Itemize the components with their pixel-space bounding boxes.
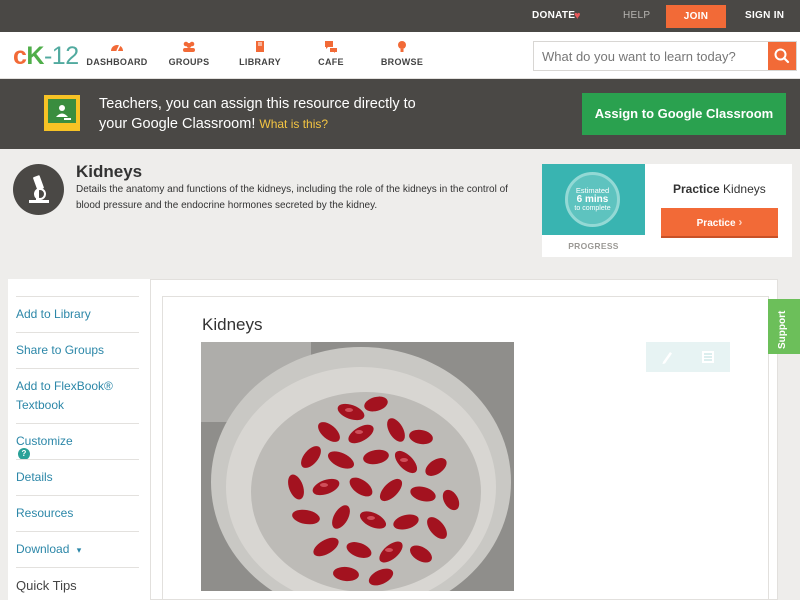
banner-line-2: your Google Classroom! [99,116,256,132]
ck12-logo[interactable]: cK-12 [13,42,79,70]
groups-icon [183,41,195,52]
cafe-icon [325,41,337,53]
content-title: Kidneys [202,315,263,334]
logo-k: K [26,42,44,70]
microscope-icon [13,164,64,215]
sidebar-label: Add to Library [16,307,91,321]
browse-icon [398,41,406,52]
sidebar-item-customize[interactable]: Customize ? [16,423,139,460]
nav-dashboard-label: DASHBOARD [86,57,148,67]
banner-line-1: Teachers, you can assign this resource d… [99,96,416,112]
what-is-this-link[interactable]: What is this? [259,117,328,131]
sidebar-label: Textbook [16,398,65,412]
practice-heading-bold: Practice [673,182,720,196]
heart-icon: ♥ [574,10,581,22]
sign-in-link[interactable]: SIGN IN [745,0,784,32]
support-label: Support [777,310,788,349]
donate-link[interactable]: DONATE [532,0,575,32]
time-estimate-dial: Estimated 6 mins to complete [565,172,620,227]
caret-down-icon: ▾ [76,545,82,555]
nav-cafe[interactable]: CAFE [296,40,366,67]
nav-browse-label: BROWSE [380,57,424,67]
practice-heading-topic: Kidneys [723,182,766,196]
sidebar-item-add-to-flexbook[interactable]: Add to FlexBook® Textbook [16,368,139,423]
search-box [533,41,797,71]
banner-message: Teachers, you can assign this resource d… [99,94,479,134]
chevron-right-icon: › [738,215,743,229]
search-input[interactable] [534,42,768,70]
sidebar-label: Resources [16,506,74,520]
nav-groups-label: GROUPS [168,57,210,67]
progress-label: PROGRESS [568,241,619,251]
sidebar-item-share-to-groups[interactable]: Share to Groups [16,332,139,368]
sidebar-label: Quick Tips [16,578,77,593]
nav-dashboard[interactable]: DASHBOARD [82,40,152,67]
logo-dash: - [43,42,52,70]
kidney-beans-photo [201,342,514,591]
nav-library-label: LIBRARY [239,57,281,67]
practice-heading: Practice Kidneys [673,182,766,196]
assign-to-classroom-button[interactable]: Assign to Google Classroom [582,93,786,135]
search-icon [774,48,790,64]
nav-cafe-label: CAFE [318,57,344,67]
help-link[interactable]: HELP [623,0,650,32]
sidebar-item-quick-tips[interactable]: Quick Tips [16,567,139,600]
practice-card: Estimated 6 mins to complete PROGRESS Pr… [542,164,792,257]
to-complete-label: to complete [574,205,611,212]
nav-library[interactable]: LIBRARY [225,40,295,67]
page-title: Kidneys [76,162,143,181]
sidebar-label: Share to Groups [16,343,105,357]
practice-button-label: Practice [696,218,736,229]
utility-bar: DONATE ♥ HELP JOIN SIGN IN [0,0,800,32]
estimated-mins: 6 mins [576,194,609,205]
join-button[interactable]: JOIN [666,5,726,28]
sidebar-item-resources[interactable]: Resources [16,495,139,531]
search-button[interactable] [768,42,796,70]
nav-browse[interactable]: BROWSE [367,40,437,67]
notes-icon[interactable] [701,350,715,364]
library-icon [256,41,264,52]
sidebar-item-details[interactable]: Details [16,459,139,495]
google-classroom-banner: Teachers, you can assign this resource d… [0,79,800,149]
logo-c: c [13,42,27,70]
dashboard-icon [111,44,123,52]
sidebar-label: Add to FlexBook® [16,379,113,393]
main-nav: cK-12 DASHBOARD GROUPS LIBRARY CAFE BROW… [0,32,800,79]
practice-button[interactable]: Practice › [661,208,778,238]
sidebar-label: Customize [16,434,73,448]
nav-groups[interactable]: GROUPS [154,40,224,67]
pencil-icon[interactable] [660,349,674,365]
support-tab[interactable]: Support [768,299,800,354]
logo-num: 12 [51,42,79,70]
sidebar-item-download[interactable]: Download ▾ [16,531,139,567]
sidebar-label: Download [16,542,70,556]
google-classroom-icon [44,95,80,131]
sidebar-label: Details [16,470,53,484]
tool-buttons [646,342,730,372]
page-description: Details the anatomy and functions of the… [76,184,508,211]
progress-panel: Estimated 6 mins to complete [542,164,645,235]
sidebar-item-add-to-library[interactable]: Add to Library [16,296,139,332]
